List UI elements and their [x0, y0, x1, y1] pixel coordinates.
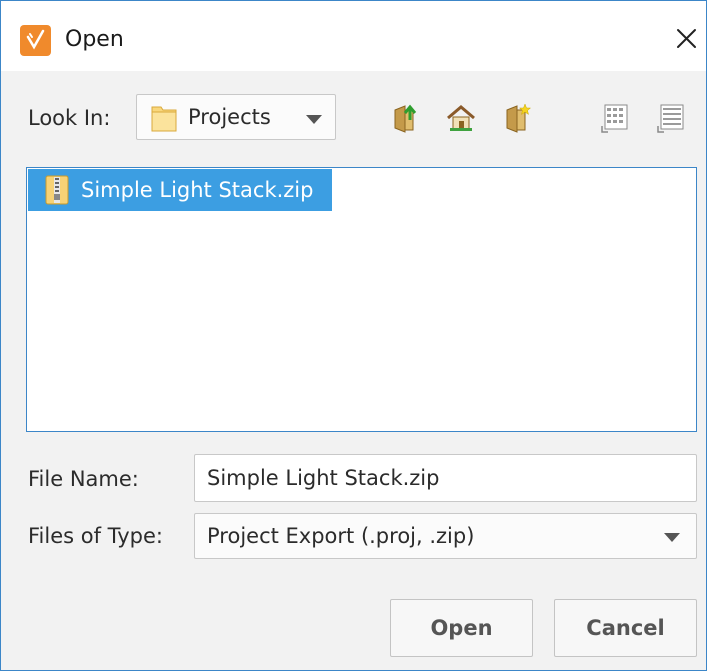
file-name-field[interactable]: Simple Light Stack.zip	[194, 454, 697, 502]
app-logo-icon	[20, 25, 51, 56]
file-name: Simple Light Stack.zip	[81, 178, 314, 202]
close-icon[interactable]	[673, 25, 701, 53]
file-list[interactable]: Simple Light Stack.zip	[26, 167, 697, 432]
folder-icon	[151, 104, 177, 132]
look-in-value: Projects	[188, 105, 271, 129]
look-in-dropdown[interactable]: Projects	[136, 94, 336, 140]
details-view-icon[interactable]	[655, 102, 687, 134]
open-dialog: Open Look In: Projects Simple Light Stac…	[0, 0, 707, 671]
chevron-down-icon	[664, 533, 680, 542]
zip-file-icon	[45, 175, 69, 205]
list-view-icon[interactable]	[599, 102, 631, 134]
dialog-title: Open	[65, 27, 124, 52]
title-bar: Open	[1, 1, 706, 71]
file-name-value: Simple Light Stack.zip	[207, 466, 440, 490]
chevron-down-icon	[306, 115, 322, 124]
open-button[interactable]: Open	[390, 599, 533, 657]
file-type-value: Project Export (.proj, .zip)	[207, 524, 475, 548]
file-name-label: File Name:	[28, 467, 139, 491]
look-in-label: Look In:	[28, 106, 111, 130]
file-type-label: Files of Type:	[28, 524, 163, 548]
new-folder-icon[interactable]	[501, 102, 533, 134]
cancel-button[interactable]: Cancel	[554, 599, 697, 657]
file-type-dropdown[interactable]: Project Export (.proj, .zip)	[194, 513, 697, 559]
home-icon[interactable]	[445, 102, 477, 134]
up-one-level-icon[interactable]	[389, 102, 421, 134]
list-item[interactable]: Simple Light Stack.zip	[28, 169, 332, 211]
